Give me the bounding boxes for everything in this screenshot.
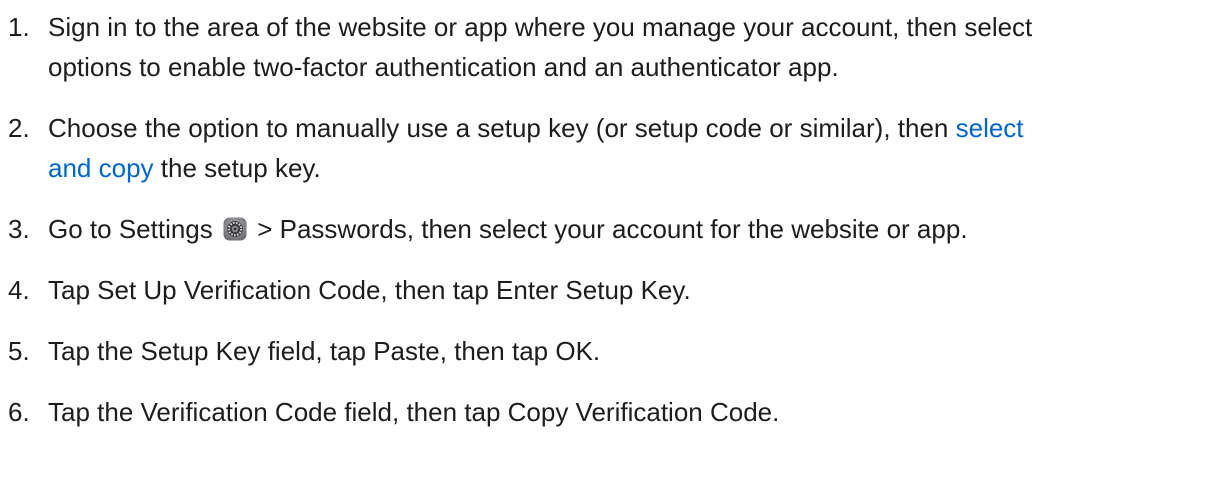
step-number: 1.: [8, 12, 30, 42]
select-and-copy-link-continued[interactable]: and copy: [48, 153, 154, 183]
step-text-line: Tap the Setup Key field, tap Paste, then…: [48, 336, 601, 366]
step-number: 2.: [8, 113, 30, 143]
step-text: the setup key.: [153, 153, 321, 183]
step-text: Choose the option to manually use a setu…: [48, 113, 956, 143]
step-6: 6. Tap the Verification Code field, then…: [0, 392, 1231, 432]
step-1: 1. Sign in to the area of the website or…: [0, 7, 1231, 87]
step-text-line: Sign in to the area of the website or ap…: [48, 12, 1033, 42]
step-3: 3. Go to Settings > Passwords, then sele…: [0, 209, 1231, 249]
select-and-copy-link[interactable]: select: [956, 113, 1024, 143]
step-number: 6.: [8, 397, 30, 427]
step-text-line: options to enable two-factor authenticat…: [48, 52, 839, 82]
step-text-line: Go to Settings > Passwords, then select …: [48, 209, 1231, 249]
step-number: 5.: [8, 336, 30, 366]
step-text: Go to Settings: [48, 214, 220, 244]
step-text-line: and copy the setup key.: [48, 148, 1231, 188]
step-5: 5. Tap the Setup Key field, tap Paste, t…: [0, 331, 1231, 371]
step-number: 3.: [8, 214, 30, 244]
step-number: 4.: [8, 275, 30, 305]
step-2: 2. Choose the option to manually use a s…: [0, 108, 1231, 188]
steps-list: 1. Sign in to the area of the website or…: [0, 7, 1231, 453]
step-text: > Passwords, then select your account fo…: [249, 214, 968, 244]
step-text-line: Tap the Verification Code field, then ta…: [48, 397, 780, 427]
step-4: 4. Tap Set Up Verification Code, then ta…: [0, 270, 1231, 310]
settings-icon: [223, 217, 247, 241]
step-text-line: Choose the option to manually use a setu…: [48, 108, 1231, 148]
step-text-line: Tap Set Up Verification Code, then tap E…: [48, 275, 691, 305]
